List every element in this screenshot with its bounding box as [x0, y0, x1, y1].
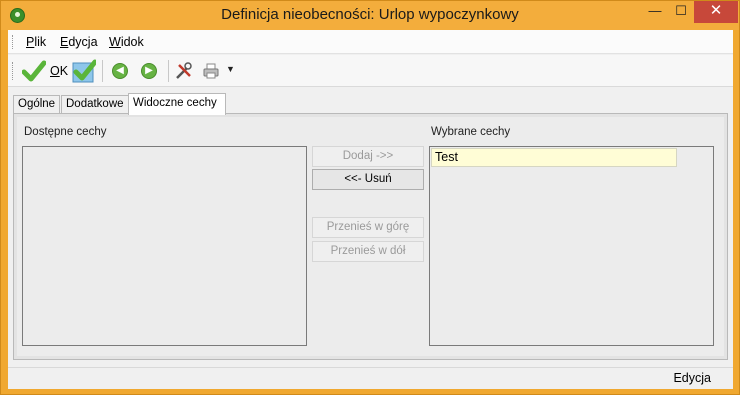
- printer-icon[interactable]: [202, 62, 220, 80]
- title-bar[interactable]: Definicja nieobecności: Urlop wypoczynko…: [1, 1, 739, 30]
- save-check-icon: [72, 59, 96, 83]
- menu-widok[interactable]: Widok: [109, 35, 144, 49]
- ok-check-icon: [22, 60, 46, 82]
- toolbar-grip[interactable]: [12, 62, 15, 80]
- tab-widoczne-cechy[interactable]: Widoczne cechy: [128, 93, 226, 115]
- toolbar-separator: [102, 60, 103, 82]
- remove-button[interactable]: <<- Usuń: [312, 169, 424, 190]
- available-features-list[interactable]: [22, 146, 307, 346]
- tab-panel: Dostępne cechy Dodaj ->> <<- Usuń Przeni…: [13, 113, 728, 360]
- status-mode: Edycja: [673, 371, 711, 385]
- window-frame: Definicja nieobecności: Urlop wypoczynko…: [0, 0, 740, 395]
- dropdown-arrow-icon[interactable]: ▼: [226, 64, 235, 74]
- client-area: Plik Edycja Widok OK ◀ ▶ ▼ Ogólne Dodatk…: [8, 30, 733, 389]
- available-features-label: Dostępne cechy: [24, 126, 107, 138]
- menu-plik[interactable]: Plik: [26, 35, 46, 49]
- selected-features-list[interactable]: Test: [429, 146, 714, 346]
- move-up-button[interactable]: Przenieś w górę: [312, 217, 424, 238]
- toolbar-separator: [168, 60, 169, 82]
- status-bar: Edycja: [8, 367, 733, 389]
- tab-ogolne[interactable]: Ogólne: [13, 95, 60, 114]
- minimize-button[interactable]: —: [642, 1, 668, 23]
- window-title: Definicja nieobecności: Urlop wypoczynko…: [221, 6, 519, 23]
- add-button[interactable]: Dodaj ->>: [312, 146, 424, 167]
- forward-arrow-icon[interactable]: ▶: [141, 63, 157, 79]
- maximize-button[interactable]: ☐: [668, 1, 694, 23]
- menu-bar: Plik Edycja Widok: [8, 30, 733, 54]
- ok-label: OK: [50, 64, 69, 78]
- tools-icon[interactable]: [175, 62, 193, 80]
- toolbar: OK ◀ ▶ ▼: [8, 55, 733, 87]
- back-arrow-icon[interactable]: ◀: [112, 63, 128, 79]
- menu-grip[interactable]: [12, 35, 15, 49]
- visible-features-panel: Dostępne cechy Dodaj ->> <<- Usuń Przeni…: [17, 117, 724, 356]
- close-button[interactable]: ✕: [694, 1, 738, 23]
- list-item[interactable]: Test: [431, 148, 677, 167]
- tab-dodatkowe[interactable]: Dodatkowe: [61, 95, 129, 114]
- move-down-button[interactable]: Przenieś w dół: [312, 241, 424, 262]
- menu-edycja[interactable]: Edycja: [60, 35, 98, 49]
- selected-features-label: Wybrane cechy: [431, 126, 511, 138]
